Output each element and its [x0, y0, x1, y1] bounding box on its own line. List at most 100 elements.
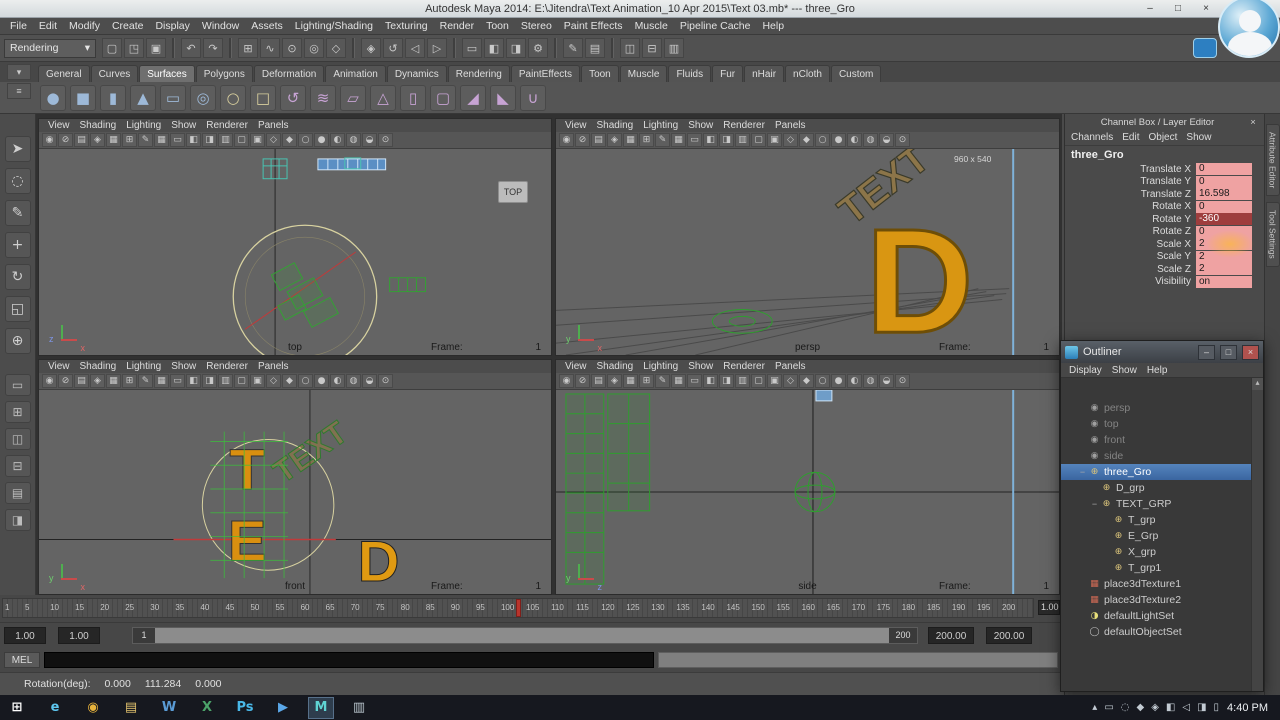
- textured-display-icon[interactable]: ◐: [330, 374, 345, 388]
- menu-display[interactable]: Display: [149, 20, 195, 32]
- viewport-persp-menu-show[interactable]: Show: [683, 120, 718, 131]
- range-end-handle[interactable]: 200: [889, 628, 917, 643]
- word-icon[interactable]: W: [156, 697, 182, 719]
- field-chart-icon[interactable]: ▥: [735, 374, 750, 388]
- bookmark-view-icon[interactable]: ◈: [90, 374, 105, 388]
- channel-value-field[interactable]: on: [1196, 275, 1252, 288]
- outliner-close-button[interactable]: ×: [1242, 344, 1259, 360]
- outliner-item-e-grp[interactable]: ⊕ E_Grp: [1061, 528, 1263, 544]
- textured-display-icon[interactable]: ◐: [847, 133, 862, 147]
- shelf-tab-ncloth[interactable]: nCloth: [785, 65, 830, 82]
- make-live-icon[interactable]: ◈: [361, 38, 381, 58]
- wireframe-display-icon[interactable]: ○: [298, 374, 313, 388]
- move-tool[interactable]: +: [4, 232, 31, 258]
- viewport-top-menu-lighting[interactable]: Lighting: [121, 120, 166, 131]
- snap-to-point-icon[interactable]: ⊙: [282, 38, 302, 58]
- textured-display-icon[interactable]: ◐: [847, 374, 862, 388]
- mel-command-input[interactable]: [44, 652, 654, 668]
- outliner-item-defaultlightset[interactable]: ◑ defaultLightSet: [1061, 608, 1263, 624]
- new-scene-icon[interactable]: ▢: [102, 38, 122, 58]
- xray-display-icon[interactable]: ◒: [879, 374, 894, 388]
- mel-toggle-button[interactable]: MEL: [4, 652, 40, 668]
- outliner-item-x-grp[interactable]: ⊕ X_grp: [1061, 544, 1263, 560]
- use-default-material-icon[interactable]: ◍: [863, 374, 878, 388]
- isolate-select-icon[interactable]: ⊙: [895, 374, 910, 388]
- film-gate-icon[interactable]: ▭: [687, 374, 702, 388]
- title-bar[interactable]: Autodesk Maya 2014: E:\Jitendra\Text Ani…: [0, 0, 1280, 18]
- field-chart-icon[interactable]: ▥: [218, 374, 233, 388]
- menu-toon[interactable]: Toon: [480, 20, 515, 32]
- outliner-menu-help[interactable]: Help: [1147, 365, 1168, 376]
- select-camera-icon[interactable]: ◉: [42, 133, 57, 147]
- frame-all-icon[interactable]: ◇: [783, 374, 798, 388]
- action-center-icon[interactable]: ▭: [1104, 702, 1113, 713]
- safe-title-icon[interactable]: ▣: [250, 374, 265, 388]
- bevel-plus-icon[interactable]: ◣: [490, 84, 516, 111]
- internet-explorer-icon[interactable]: e: [42, 697, 68, 719]
- viewport-top-menu-renderer[interactable]: Renderer: [201, 120, 253, 131]
- channel-value-field[interactable]: 0: [1196, 163, 1252, 176]
- outliner-item-place3dtexture2[interactable]: ▦ place3dTexture2: [1061, 592, 1263, 608]
- safe-action-icon[interactable]: ▢: [751, 133, 766, 147]
- grid-toggle-icon[interactable]: ▦: [154, 133, 169, 147]
- playback-start-field[interactable]: 1.00: [58, 627, 100, 644]
- select-camera-icon[interactable]: ◉: [559, 133, 574, 147]
- outliner-item-side[interactable]: ◉ side: [1061, 448, 1263, 464]
- viewport-side-canvas[interactable]: y z side Frame: 1: [556, 390, 1059, 594]
- channel-box-menu-edit[interactable]: Edit: [1122, 132, 1139, 143]
- sidebar-tab-attribute-editor[interactable]: Attribute Editor: [1265, 124, 1280, 197]
- gate-mask-icon[interactable]: ◨: [719, 374, 734, 388]
- viewport-top-canvas[interactable]: TOP z x top Frame: 1: [39, 149, 551, 355]
- grid-toggle-icon[interactable]: ▦: [671, 133, 686, 147]
- nurbs-circle-icon[interactable]: ○: [220, 84, 246, 111]
- grease-pencil-icon[interactable]: ✎: [138, 374, 153, 388]
- frame-all-icon[interactable]: ◇: [783, 133, 798, 147]
- two-d-pan-zoom-icon[interactable]: ⊞: [122, 133, 137, 147]
- outliner-item-text-grp[interactable]: − ⊕ TEXT_GRP: [1061, 496, 1263, 512]
- menu-create[interactable]: Create: [106, 20, 150, 32]
- nurbs-sphere-icon[interactable]: ●: [40, 84, 66, 111]
- viewport-persp-menu-shading[interactable]: Shading: [592, 120, 639, 131]
- isolate-select-icon[interactable]: ⊙: [895, 133, 910, 147]
- outliner-item-front[interactable]: ◉ front: [1061, 432, 1263, 448]
- file-explorer-icon[interactable]: ▤: [118, 697, 144, 719]
- lock-camera-icon[interactable]: ⊘: [58, 133, 73, 147]
- shelf-tab-toon[interactable]: Toon: [581, 65, 619, 82]
- snap-to-curve-icon[interactable]: ∿: [260, 38, 280, 58]
- resolution-gate-icon[interactable]: ◧: [703, 374, 718, 388]
- nurbs-plane-icon[interactable]: ▭: [160, 84, 186, 111]
- viewport-side-menu-view[interactable]: View: [560, 361, 592, 372]
- notepad-icon[interactable]: ▥: [346, 697, 372, 719]
- viewport-front-canvas[interactable]: T E D TEXT y x front Frame: 1: [39, 390, 551, 594]
- wireframe-display-icon[interactable]: ○: [815, 374, 830, 388]
- range-start-handle[interactable]: 1: [133, 628, 155, 643]
- grid-toggle-icon[interactable]: ▦: [154, 374, 169, 388]
- camera-attributes-icon[interactable]: ▤: [74, 374, 89, 388]
- show-channel-box-icon[interactable]: ▥: [664, 38, 684, 58]
- two-d-pan-zoom-icon[interactable]: ⊞: [639, 374, 654, 388]
- isolate-select-icon[interactable]: ⊙: [378, 374, 393, 388]
- menu-edit[interactable]: Edit: [33, 20, 63, 32]
- minimize-button[interactable]: –: [1140, 2, 1160, 16]
- two-d-pan-zoom-icon[interactable]: ⊞: [639, 133, 654, 147]
- boundary-icon[interactable]: ▢: [430, 84, 456, 111]
- film-gate-icon[interactable]: ▭: [170, 133, 185, 147]
- channel-value-field[interactable]: 0: [1196, 175, 1252, 188]
- rotate-tool[interactable]: ↻: [4, 264, 31, 290]
- hypershade-persp-layout[interactable]: ▤: [4, 482, 31, 504]
- safe-action-icon[interactable]: ▢: [751, 374, 766, 388]
- safe-title-icon[interactable]: ▣: [250, 133, 265, 147]
- grease-pencil-icon[interactable]: ✎: [655, 374, 670, 388]
- redo-icon[interactable]: ↷: [203, 38, 223, 58]
- ipr-render-icon[interactable]: ◨: [506, 38, 526, 58]
- safe-title-icon[interactable]: ▣: [767, 133, 782, 147]
- grease-pencil-icon[interactable]: ✎: [655, 133, 670, 147]
- frame-all-icon[interactable]: ◇: [266, 133, 281, 147]
- image-plane-icon[interactable]: ▦: [106, 374, 121, 388]
- grid-toggle-icon[interactable]: ▦: [671, 374, 686, 388]
- wireframe-display-icon[interactable]: ○: [815, 133, 830, 147]
- animation-end-field[interactable]: 200.00: [986, 627, 1032, 644]
- snap-to-grid-icon[interactable]: ⊞: [238, 38, 258, 58]
- nurbs-torus-icon[interactable]: ◎: [190, 84, 216, 111]
- viewport-front-menu-renderer[interactable]: Renderer: [201, 361, 253, 372]
